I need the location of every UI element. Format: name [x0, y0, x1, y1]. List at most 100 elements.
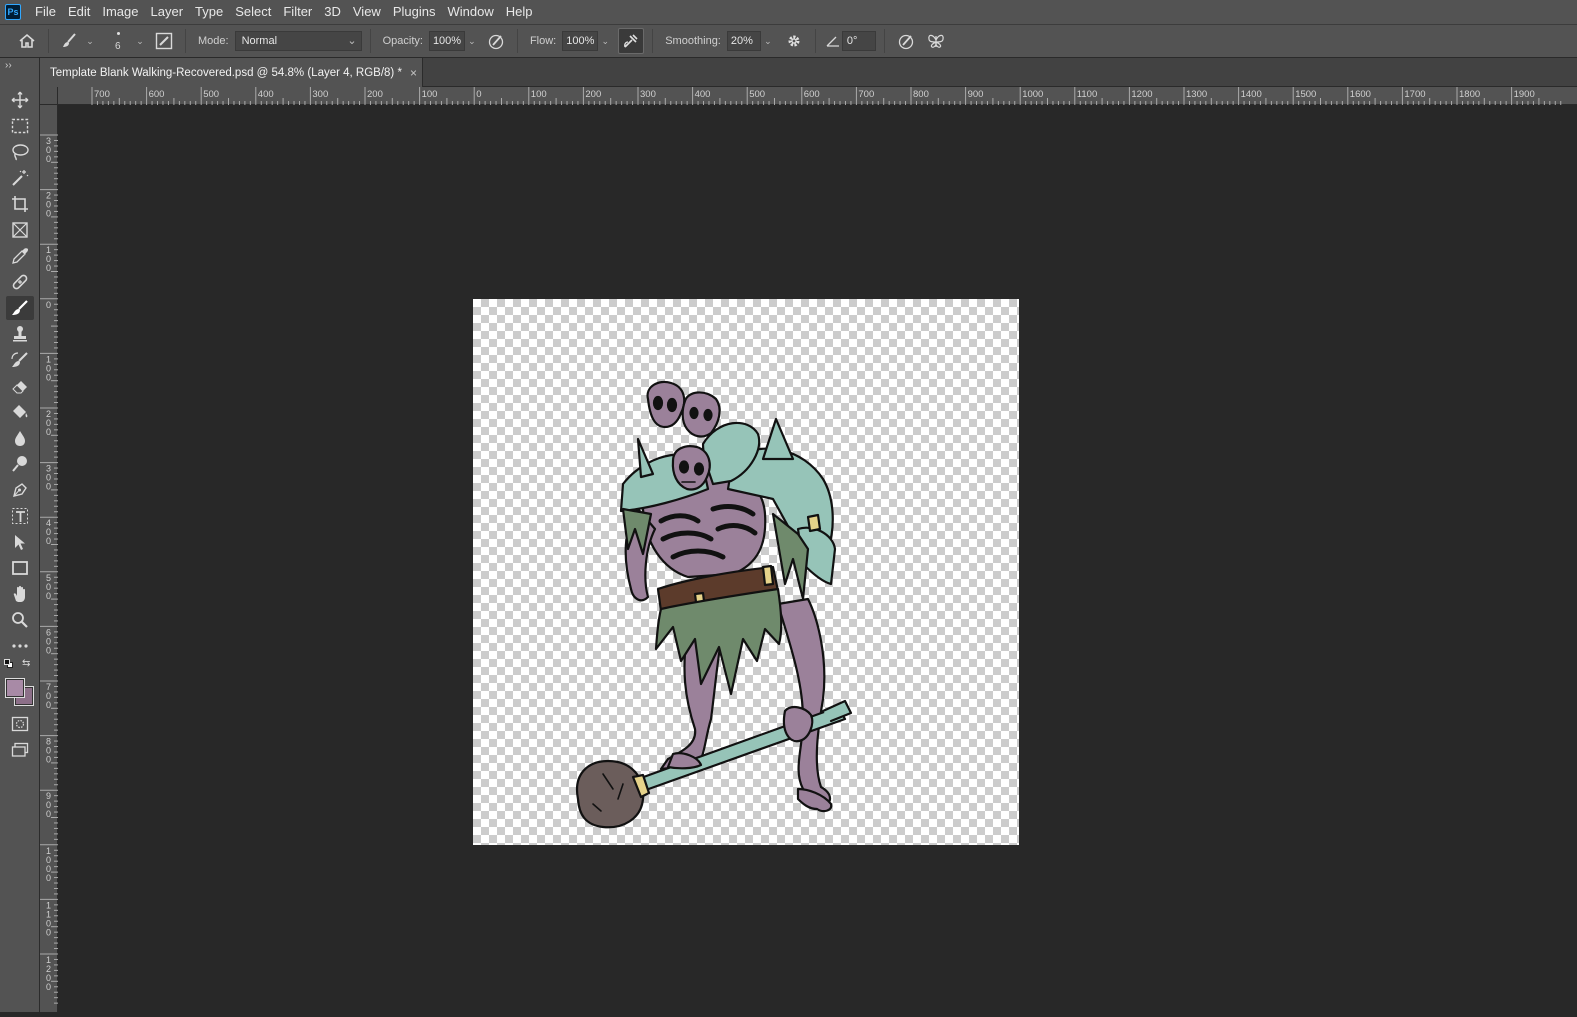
- gear-icon[interactable]: [781, 28, 807, 54]
- menu-3d[interactable]: 3D: [318, 0, 347, 24]
- angle-input[interactable]: 0°: [841, 31, 876, 51]
- eraser-icon[interactable]: [6, 374, 34, 398]
- menu-window[interactable]: Window: [441, 0, 499, 24]
- smoothing-dropdown-icon[interactable]: ⌄: [761, 31, 775, 51]
- ruler-label: 0: [46, 372, 51, 382]
- flow-label: Flow:: [529, 35, 557, 47]
- rectangle-tool-icon[interactable]: [6, 556, 34, 580]
- ruler-label: 700: [94, 89, 110, 100]
- airbrush-icon[interactable]: [618, 28, 645, 54]
- ruler-label: 0: [46, 263, 51, 273]
- move-tool-icon[interactable]: [6, 88, 34, 112]
- smoothing-input[interactable]: 20%: [726, 31, 761, 51]
- brush-tool-icon[interactable]: [6, 296, 34, 320]
- menu-file[interactable]: File: [29, 0, 62, 24]
- menu-image[interactable]: Image: [96, 0, 144, 24]
- ruler-label: 1400: [1241, 89, 1262, 100]
- foreground-color-swatch[interactable]: [5, 678, 25, 698]
- home-icon[interactable]: [14, 28, 40, 54]
- paint-bucket-icon[interactable]: [6, 400, 34, 424]
- ruler-label: 0: [46, 536, 51, 546]
- flow-dropdown-icon[interactable]: ⌄: [598, 31, 612, 51]
- rectangular-marquee-icon[interactable]: [6, 114, 34, 138]
- quick-mask-icon[interactable]: [6, 712, 34, 736]
- vertical-ruler-scale: 3002001000100200300400500600700800900100…: [40, 134, 58, 1004]
- menu-bar: Ps File Edit Image Layer Type Select Fil…: [0, 0, 1577, 24]
- menu-layer[interactable]: Layer: [145, 0, 190, 24]
- ruler-label: 100: [531, 89, 547, 100]
- pressure-opacity-icon[interactable]: [483, 28, 509, 54]
- ruler-label: 1200: [1131, 89, 1152, 100]
- ruler-label: 800: [913, 89, 929, 100]
- path-selection-icon[interactable]: [6, 530, 34, 554]
- vertical-ruler[interactable]: 3002001000100200300400500600700800900100…: [40, 105, 58, 1012]
- zoom-tool-icon[interactable]: [6, 608, 34, 632]
- history-brush-icon[interactable]: [6, 348, 34, 372]
- divider: [185, 29, 186, 53]
- lasso-icon[interactable]: [6, 140, 34, 164]
- clone-stamp-icon[interactable]: [6, 322, 34, 346]
- menu-edit[interactable]: Edit: [62, 0, 96, 24]
- ruler-label: 0: [46, 209, 51, 219]
- dodge-icon[interactable]: [6, 452, 34, 476]
- symmetry-butterfly-icon[interactable]: [923, 28, 949, 54]
- ruler-label: 500: [203, 89, 219, 100]
- ruler-label: 200: [367, 89, 383, 100]
- ruler-label: 0: [46, 645, 51, 655]
- mode-select[interactable]: Normal ⌄: [234, 31, 362, 51]
- brush-tip-icon: [117, 32, 120, 35]
- blur-drop-icon[interactable]: [6, 426, 34, 450]
- swap-colors-icon[interactable]: ⇆: [22, 658, 30, 669]
- frame-tool-icon[interactable]: [6, 218, 34, 242]
- options-bar: ⌄ 6 ⌄ Mode: Normal ⌄ Opacity: 100% ⌄ Flo…: [0, 24, 1577, 58]
- eyedropper-icon[interactable]: [6, 244, 34, 268]
- opacity-dropdown-icon[interactable]: ⌄: [465, 31, 479, 51]
- ruler-label: 0: [476, 89, 481, 100]
- menu-plugins[interactable]: Plugins: [387, 0, 442, 24]
- tools-panel: ›› ⇆: [0, 58, 40, 1012]
- opacity-input[interactable]: 100%: [428, 31, 465, 51]
- pressure-size-icon[interactable]: [893, 28, 919, 54]
- document-canvas[interactable]: [473, 299, 1019, 845]
- menu-type[interactable]: Type: [189, 0, 229, 24]
- horizontal-ruler[interactable]: 700 600 500 400 300 200 100 0 100 200 300 400 500 600…: [58, 87, 1577, 105]
- ruler-label: 0: [46, 809, 51, 819]
- brush-size-picker[interactable]: 6: [105, 27, 133, 55]
- brush-preset-dropdown-icon[interactable]: ⌄: [83, 31, 97, 51]
- expand-panel-icon[interactable]: ››: [5, 60, 12, 71]
- divider: [369, 29, 371, 53]
- divider: [883, 29, 885, 53]
- ruler-label: 300: [312, 89, 328, 100]
- type-tool-icon[interactable]: [6, 504, 34, 528]
- crop-icon[interactable]: [6, 192, 34, 216]
- mode-label: Mode:: [198, 35, 229, 47]
- ruler-label: 0: [46, 482, 51, 492]
- brush-size-dropdown-icon[interactable]: ⌄: [133, 31, 147, 51]
- smoothing-label: Smoothing:: [665, 35, 721, 47]
- pen-tool-icon[interactable]: [6, 478, 34, 502]
- default-colors-icon[interactable]: [4, 659, 14, 669]
- ruler-label: 400: [695, 89, 711, 100]
- ruler-label: 0: [46, 427, 51, 437]
- ruler-label: 0: [46, 300, 51, 310]
- menu-view[interactable]: View: [347, 0, 387, 24]
- menu-select[interactable]: Select: [229, 0, 277, 24]
- mode-value: Normal: [241, 35, 278, 47]
- flow-input[interactable]: 100%: [562, 31, 599, 51]
- menu-help[interactable]: Help: [500, 0, 539, 24]
- brush-settings-panel-icon[interactable]: [151, 28, 177, 54]
- ruler-origin[interactable]: [40, 87, 58, 105]
- screen-mode-icon[interactable]: [6, 738, 34, 762]
- menu-filter[interactable]: Filter: [277, 0, 318, 24]
- ruler-label: 1100: [1077, 89, 1097, 100]
- magic-wand-icon[interactable]: [6, 166, 34, 190]
- hand-tool-icon[interactable]: [6, 582, 34, 606]
- canvas-workspace[interactable]: [58, 105, 1577, 1012]
- document-tab[interactable]: Template Blank Walking-Recovered.psd @ 5…: [40, 58, 423, 87]
- brush-preset-icon[interactable]: [57, 28, 83, 54]
- healing-brush-icon[interactable]: [6, 270, 34, 294]
- close-icon[interactable]: ×: [410, 66, 417, 80]
- brush-size-value: 6: [115, 41, 121, 52]
- more-tools-icon[interactable]: [6, 634, 34, 658]
- ruler-label: 1000: [1022, 89, 1043, 100]
